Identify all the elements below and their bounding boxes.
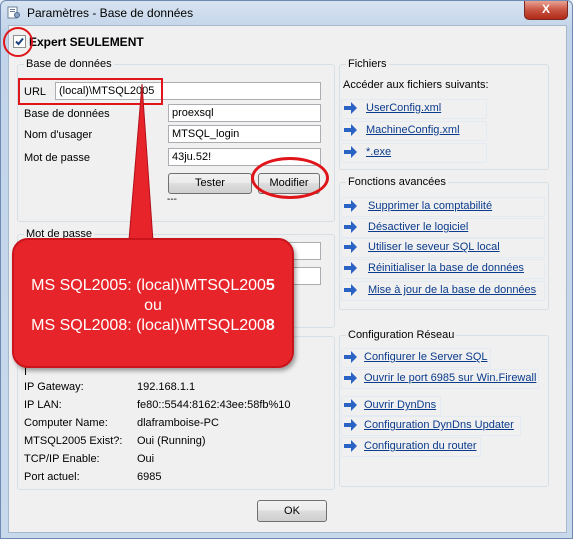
link-machineconfig[interactable]: MachineConfig.xml: [366, 124, 460, 136]
callout-line-3-digit: 8: [265, 317, 275, 334]
callout-line-1-text: MS SQL2005: (local)\MTSQL200: [31, 277, 266, 294]
port-value: 6985: [137, 471, 162, 483]
arrow-icon: [344, 124, 357, 136]
computer-name-value: dlaframboise-PC: [137, 417, 219, 429]
callout-line-2: ou: [144, 297, 162, 314]
arrow-icon: [344, 284, 357, 296]
link-configure-router[interactable]: Configuration du router: [364, 440, 477, 452]
callout-box: MS SQL2005: (local)\MTSQL2005 ou MS SQL2…: [12, 238, 294, 368]
files-intro: Accéder aux fichiers suivants:: [343, 79, 489, 91]
arrow-icon: [344, 241, 357, 253]
database-group-legend: Base de données: [24, 58, 114, 70]
close-button[interactable]: X: [524, 1, 568, 20]
link-open-dyndns[interactable]: Ouvrir DynDns: [364, 399, 436, 411]
arrow-icon: [344, 146, 357, 158]
link-open-firewall-port[interactable]: Ouvrir le port 6985 sur Win.Firewall: [364, 372, 536, 384]
callout-line-1: MS SQL2005: (local)\MTSQL2005: [14, 276, 292, 296]
files-group-legend: Fichiers: [346, 58, 389, 70]
arrow-icon: [344, 399, 357, 411]
annotation-circle-checkbox: [3, 27, 33, 57]
password-label: Mot de passe: [24, 152, 91, 164]
arrow-icon: [344, 221, 357, 233]
gateway-value: 192.168.1.1: [137, 381, 196, 393]
file-link-box-3: [341, 143, 487, 163]
arrow-icon: [344, 419, 357, 431]
window: Paramètres - Base de données X Expert SE…: [0, 0, 573, 539]
link-dyndns-updater[interactable]: Configuration DynDns Updater: [364, 419, 514, 431]
arrow-icon: [344, 102, 357, 114]
ip-lan-label: IP LAN:: [24, 399, 62, 411]
link-use-local-sql[interactable]: Utiliser le seveur SQL local: [368, 241, 500, 253]
arrow-icon: [344, 440, 357, 452]
ok-button[interactable]: OK: [257, 500, 327, 522]
dialog-body: Expert SEULEMENT Base de données URL (lo…: [3, 25, 567, 533]
gateway-label: IP Gateway:: [24, 381, 84, 393]
callout-line-1-digit: 5: [265, 277, 275, 294]
link-userconfig[interactable]: UserConfig.xml: [366, 102, 441, 114]
username-label: Nom d'usager: [24, 129, 93, 141]
link-update-database[interactable]: Mise à jour de la base de données: [368, 284, 536, 296]
port-label: Port actuel:: [24, 471, 80, 483]
link-exe[interactable]: *.exe: [366, 146, 391, 158]
window-title: Paramètres - Base de données: [27, 6, 194, 20]
sql-exists-label: MTSQL2005 Exist?:: [24, 435, 123, 447]
annotation-circle-modify: [251, 157, 329, 199]
title-bar: Paramètres - Base de données X: [1, 1, 572, 25]
arrow-icon: [344, 200, 357, 212]
arrow-icon: [344, 372, 357, 384]
arrow-icon: [344, 351, 357, 363]
link-reset-database[interactable]: Réinitialiser la base de données: [368, 262, 524, 274]
tcpip-value: Oui: [137, 453, 155, 465]
callout-line-3-text: MS SQL2008: (local)\MTSQL200: [31, 317, 266, 334]
advanced-group-legend: Fonctions avancées: [346, 176, 448, 188]
link-disable-software[interactable]: Désactiver le logiciel: [368, 221, 468, 233]
app-icon: [7, 6, 20, 19]
sql-exists-value: Oui (Running): [137, 435, 206, 447]
network-group-legend: Configuration Réseau: [346, 329, 457, 341]
ip-lan-value: fe80::5544:8162:43ee:58fb%10: [137, 399, 291, 411]
tcpip-label: TCP/IP Enable:: [24, 453, 100, 465]
arrow-icon: [344, 262, 357, 274]
callout-line-3: MS SQL2008: (local)\MTSQL2008: [14, 316, 292, 336]
expert-label: Expert SEULEMENT: [29, 35, 144, 49]
link-configure-sql-server[interactable]: Configurer le Server SQL: [364, 351, 488, 363]
computer-name-label: Computer Name:: [24, 417, 108, 429]
link-delete-accounting[interactable]: Supprimer la comptabilité: [368, 200, 492, 212]
